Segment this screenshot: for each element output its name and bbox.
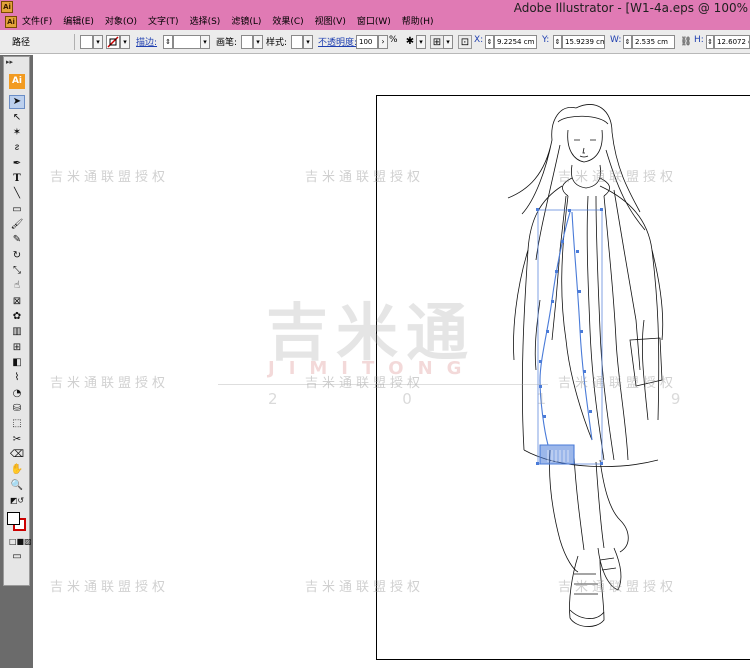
watermark-text: 吉米通联盟授权 [50, 170, 170, 185]
watermark-text: 吉米通联盟授权 [558, 170, 678, 185]
watermark-year: 2 0 1 9 [268, 390, 741, 408]
watermark-text: 吉米通联盟授权 [558, 580, 678, 595]
watermark-text: 吉米通联盟授权 [50, 376, 170, 391]
watermark-text: 吉米通联盟授权 [305, 170, 425, 185]
watermark-subtitle: JIMITONG [268, 358, 476, 379]
selected-path [537, 209, 603, 465]
watermark-text: 吉米通联盟授权 [305, 580, 425, 595]
watermark-text: 吉米通联盟授权 [50, 580, 170, 595]
watermark-text: 吉米通联盟授权 [558, 376, 678, 391]
watermark-divider [218, 384, 548, 385]
